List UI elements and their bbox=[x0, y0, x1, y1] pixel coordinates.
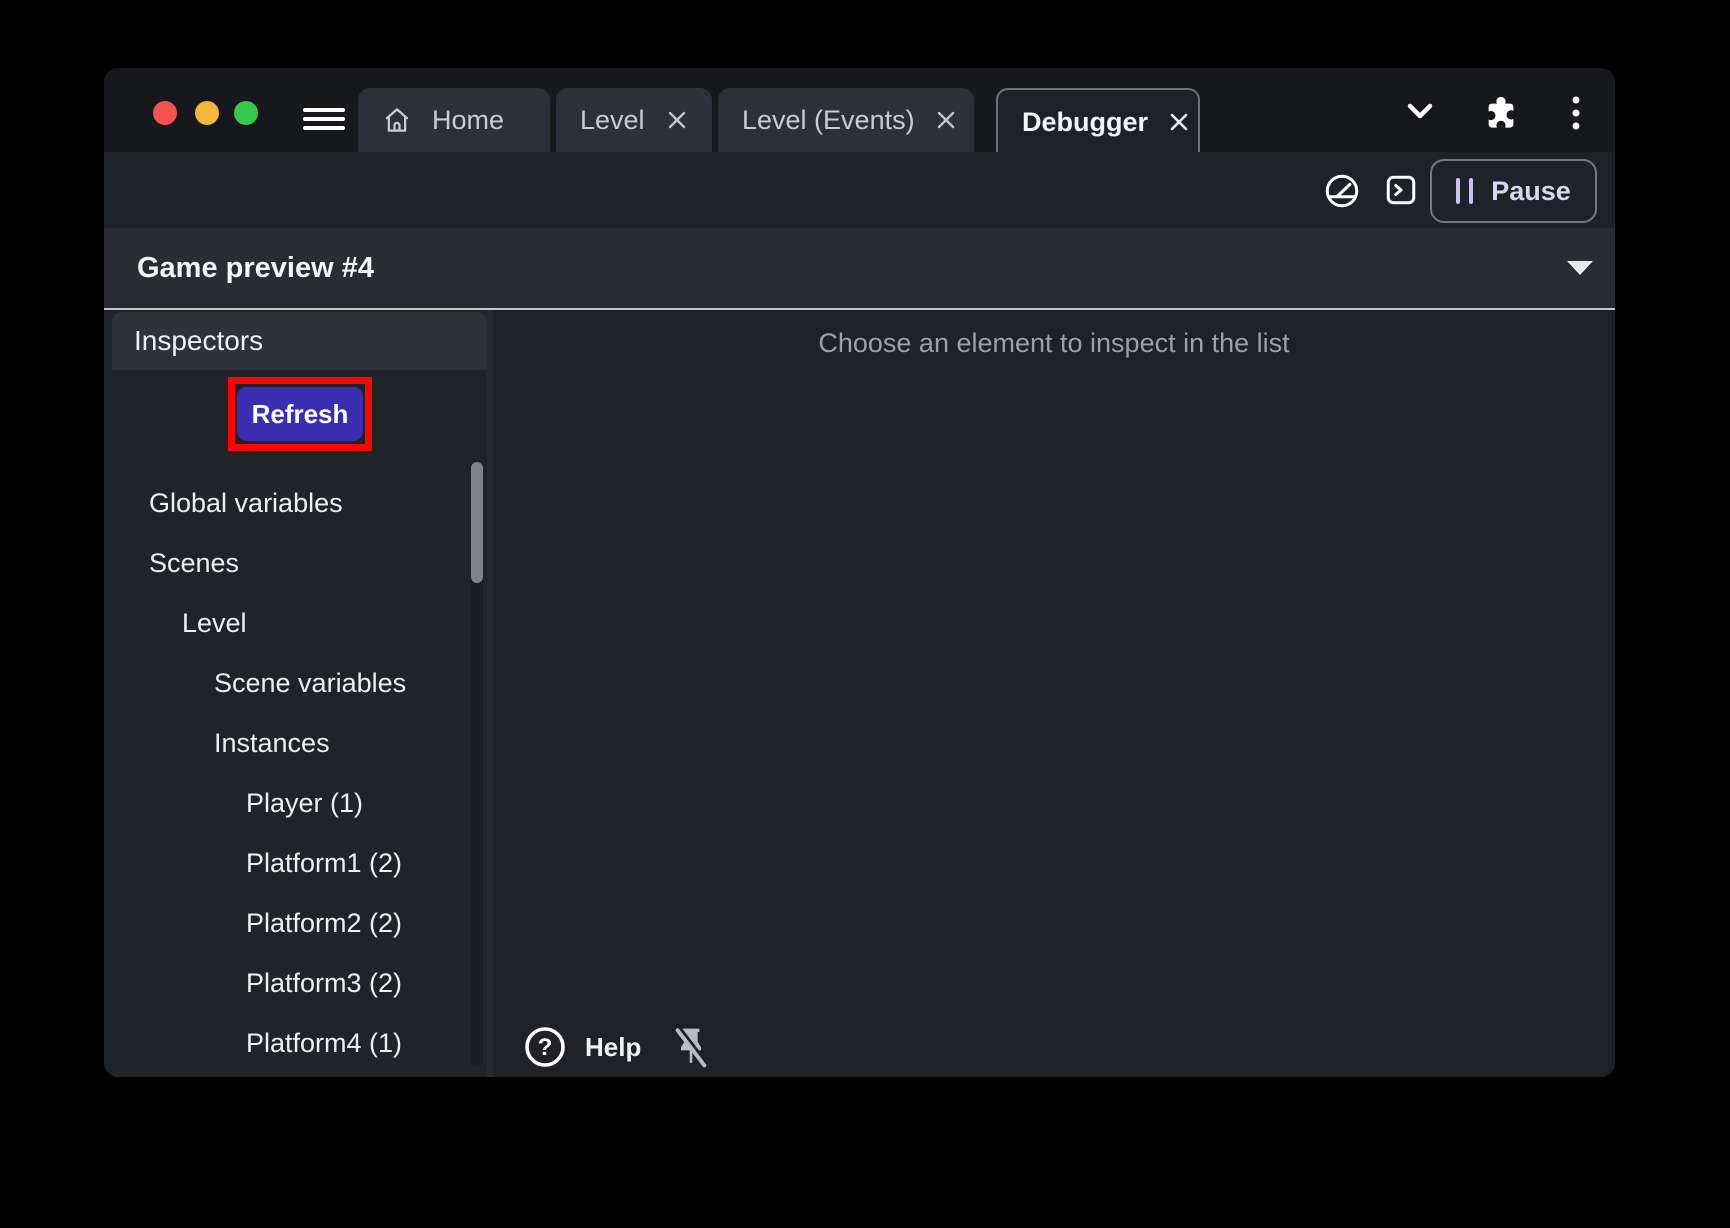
highlight-box: Refresh bbox=[228, 377, 372, 451]
home-icon bbox=[382, 105, 412, 135]
help-button[interactable]: ? bbox=[523, 1025, 567, 1069]
tab-label: Debugger bbox=[1022, 106, 1149, 137]
profiler-gauge-icon[interactable] bbox=[1323, 172, 1361, 215]
pause-button[interactable]: Pause bbox=[1430, 159, 1597, 223]
tree-item-scene-variables[interactable]: Scene variables bbox=[112, 653, 471, 713]
tree-item-scenes[interactable]: Scenes bbox=[112, 533, 471, 593]
extensions-puzzle-icon[interactable] bbox=[1482, 94, 1520, 137]
tree-item-instances[interactable]: Instances bbox=[112, 713, 471, 773]
close-icon[interactable] bbox=[1168, 111, 1190, 133]
help-button-label: Help bbox=[585, 1031, 642, 1062]
help-row: ? Help bbox=[523, 1025, 711, 1069]
tree-item-global-variables[interactable]: Global variables bbox=[112, 473, 471, 533]
tree-item-player[interactable]: Player (1) bbox=[112, 773, 471, 833]
preview-selector[interactable]: Game preview #4 bbox=[104, 228, 1615, 310]
scrollbar-thumb[interactable] bbox=[471, 462, 483, 583]
inspectors-header-label: Inspectors bbox=[134, 325, 264, 356]
pause-button-label: Pause bbox=[1491, 175, 1571, 206]
close-icon[interactable] bbox=[666, 109, 688, 131]
hamburger-menu-icon[interactable] bbox=[303, 108, 345, 130]
inspectors-header: Inspectors bbox=[112, 312, 487, 370]
tree-item-level[interactable]: Level bbox=[112, 593, 471, 653]
pin-off-icon[interactable] bbox=[671, 1025, 711, 1069]
tab-label: Level (Events) bbox=[742, 104, 915, 135]
question-mark-glyph: ? bbox=[538, 1034, 553, 1061]
refresh-button[interactable]: Refresh bbox=[237, 387, 363, 441]
inspectors-sidebar: Inspectors Refresh Global variables Scen… bbox=[112, 310, 487, 1077]
zoom-window-button[interactable] bbox=[234, 101, 258, 125]
tree-item-platform1[interactable]: Platform1 (2) bbox=[112, 833, 471, 893]
pause-icon bbox=[1456, 178, 1474, 204]
tree-item-platform3[interactable]: Platform3 (2) bbox=[112, 953, 471, 1013]
tab-home[interactable]: Home bbox=[358, 88, 550, 152]
empty-state-message: Choose an element to inspect in the list bbox=[818, 328, 1290, 358]
chevron-down-icon[interactable] bbox=[1404, 98, 1436, 129]
tab-label: Level bbox=[580, 104, 645, 135]
tab-label: Home bbox=[432, 104, 505, 135]
inspector-panel: Choose an element to inspect in the list… bbox=[493, 310, 1615, 1077]
tab-level-events[interactable]: Level (Events) bbox=[718, 88, 974, 152]
debugger-toolbar: Pause bbox=[104, 152, 1615, 228]
preview-selector-label: Game preview #4 bbox=[137, 252, 374, 284]
tab-bar: Home Level Level (Events) Debugger bbox=[104, 68, 1615, 154]
tree-item-platform2[interactable]: Platform2 (2) bbox=[112, 893, 471, 953]
close-window-button[interactable] bbox=[153, 101, 177, 125]
tree-item-platform4[interactable]: Platform4 (1) bbox=[112, 1013, 471, 1073]
caret-down-icon bbox=[1567, 261, 1593, 280]
debugger-window: Home Level Level (Events) Debugger Pause… bbox=[104, 68, 1615, 1077]
console-icon[interactable] bbox=[1383, 172, 1419, 213]
inspector-tree: Global variables Scenes Level Scene vari… bbox=[112, 473, 471, 1073]
tab-debugger[interactable]: Debugger bbox=[996, 88, 1200, 154]
close-icon[interactable] bbox=[935, 109, 957, 131]
tab-level[interactable]: Level bbox=[556, 88, 712, 152]
kebab-menu-icon[interactable] bbox=[1570, 94, 1582, 137]
minimize-window-button[interactable] bbox=[195, 101, 219, 125]
